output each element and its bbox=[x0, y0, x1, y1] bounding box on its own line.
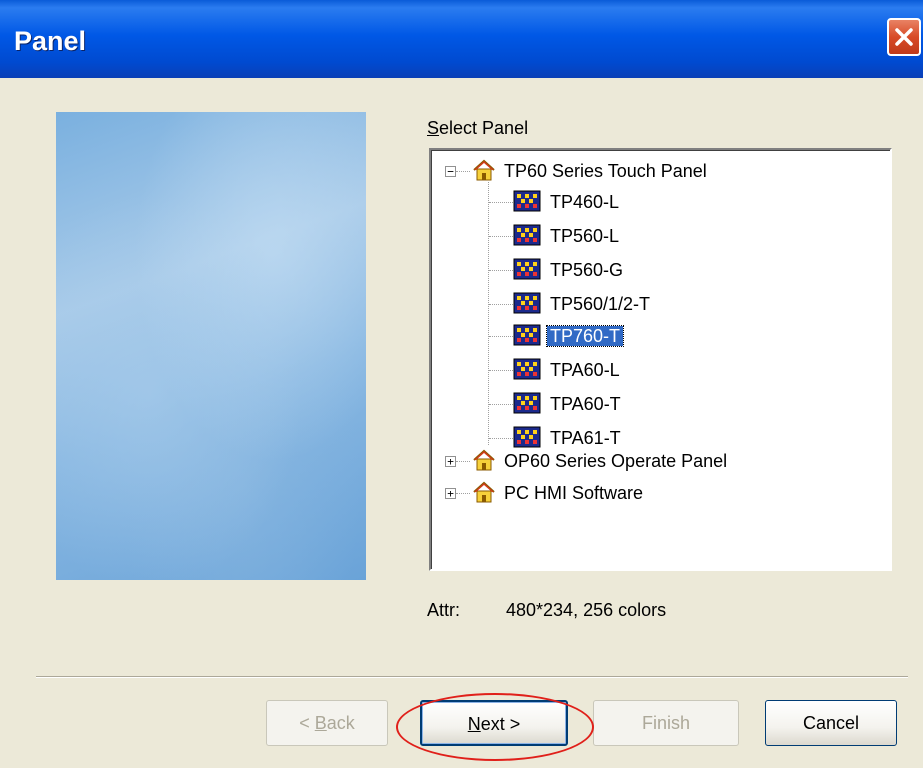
tree-line bbox=[489, 236, 513, 237]
panel-icon bbox=[513, 190, 541, 212]
wizard-side-image bbox=[56, 112, 366, 580]
tree-item-tp560-l[interactable]: TP560-L bbox=[547, 222, 622, 250]
close-icon bbox=[895, 28, 913, 46]
tree-line bbox=[489, 336, 513, 337]
tree-line bbox=[489, 304, 513, 305]
back-button[interactable]: < Back bbox=[266, 700, 388, 746]
tree-expander-expand[interactable]: + bbox=[445, 456, 456, 467]
tree-line bbox=[456, 461, 470, 462]
panel-icon bbox=[513, 324, 541, 346]
tree-line bbox=[456, 493, 470, 494]
tree-line bbox=[489, 438, 513, 439]
tree-item-tpa60-t[interactable]: TPA60-T bbox=[547, 390, 624, 418]
tree-line bbox=[489, 404, 513, 405]
panel-tree-view[interactable]: − TP60 Series Touch Panel TP460-L TP560-… bbox=[429, 148, 892, 571]
separator bbox=[36, 676, 908, 678]
attr-label: Attr: bbox=[427, 600, 461, 620]
tree-group-op60[interactable]: OP60 Series Operate Panel bbox=[501, 447, 730, 475]
tree-line bbox=[489, 270, 513, 271]
next-button[interactable]: Next > bbox=[420, 700, 568, 746]
house-icon bbox=[473, 449, 495, 471]
tree-item-tp560-g[interactable]: TP560-G bbox=[547, 256, 626, 284]
panel-icon bbox=[513, 258, 541, 280]
panel-icon bbox=[513, 358, 541, 380]
tree-line bbox=[489, 370, 513, 371]
select-panel-label: Select Panel bbox=[427, 118, 529, 138]
panel-icon bbox=[513, 426, 541, 448]
panel-icon bbox=[513, 224, 541, 246]
tree-item-tpa60-l[interactable]: TPA60-L bbox=[547, 356, 623, 384]
house-icon bbox=[473, 481, 495, 503]
attr-value: 480*234, 256 colors bbox=[506, 600, 667, 620]
tree-expander-expand[interactable]: + bbox=[445, 488, 456, 499]
close-button[interactable] bbox=[887, 18, 921, 56]
panel-icon bbox=[513, 292, 541, 314]
tree-item-tp560-1-2-t[interactable]: TP560/1/2-T bbox=[547, 290, 653, 318]
tree-item-tp760-t[interactable]: TP760-T bbox=[545, 322, 625, 350]
window-title: Panel bbox=[14, 26, 87, 56]
tree-expander-collapse[interactable]: − bbox=[445, 166, 456, 177]
tree-line bbox=[488, 182, 489, 445]
tree-group-tp60[interactable]: TP60 Series Touch Panel bbox=[501, 157, 710, 185]
tree-group-pc-hmi[interactable]: PC HMI Software bbox=[501, 479, 646, 507]
panel-icon bbox=[513, 392, 541, 414]
tree-line bbox=[489, 202, 513, 203]
finish-button[interactable]: Finish bbox=[593, 700, 739, 746]
panel-dialog: Panel Select Panel − TP60 Series Touch P… bbox=[0, 0, 923, 768]
tree-line bbox=[456, 171, 470, 172]
house-icon bbox=[473, 159, 495, 181]
tree-item-tp460-l[interactable]: TP460-L bbox=[547, 188, 622, 216]
title-bar[interactable]: Panel bbox=[0, 0, 923, 78]
cancel-button[interactable]: Cancel bbox=[765, 700, 897, 746]
